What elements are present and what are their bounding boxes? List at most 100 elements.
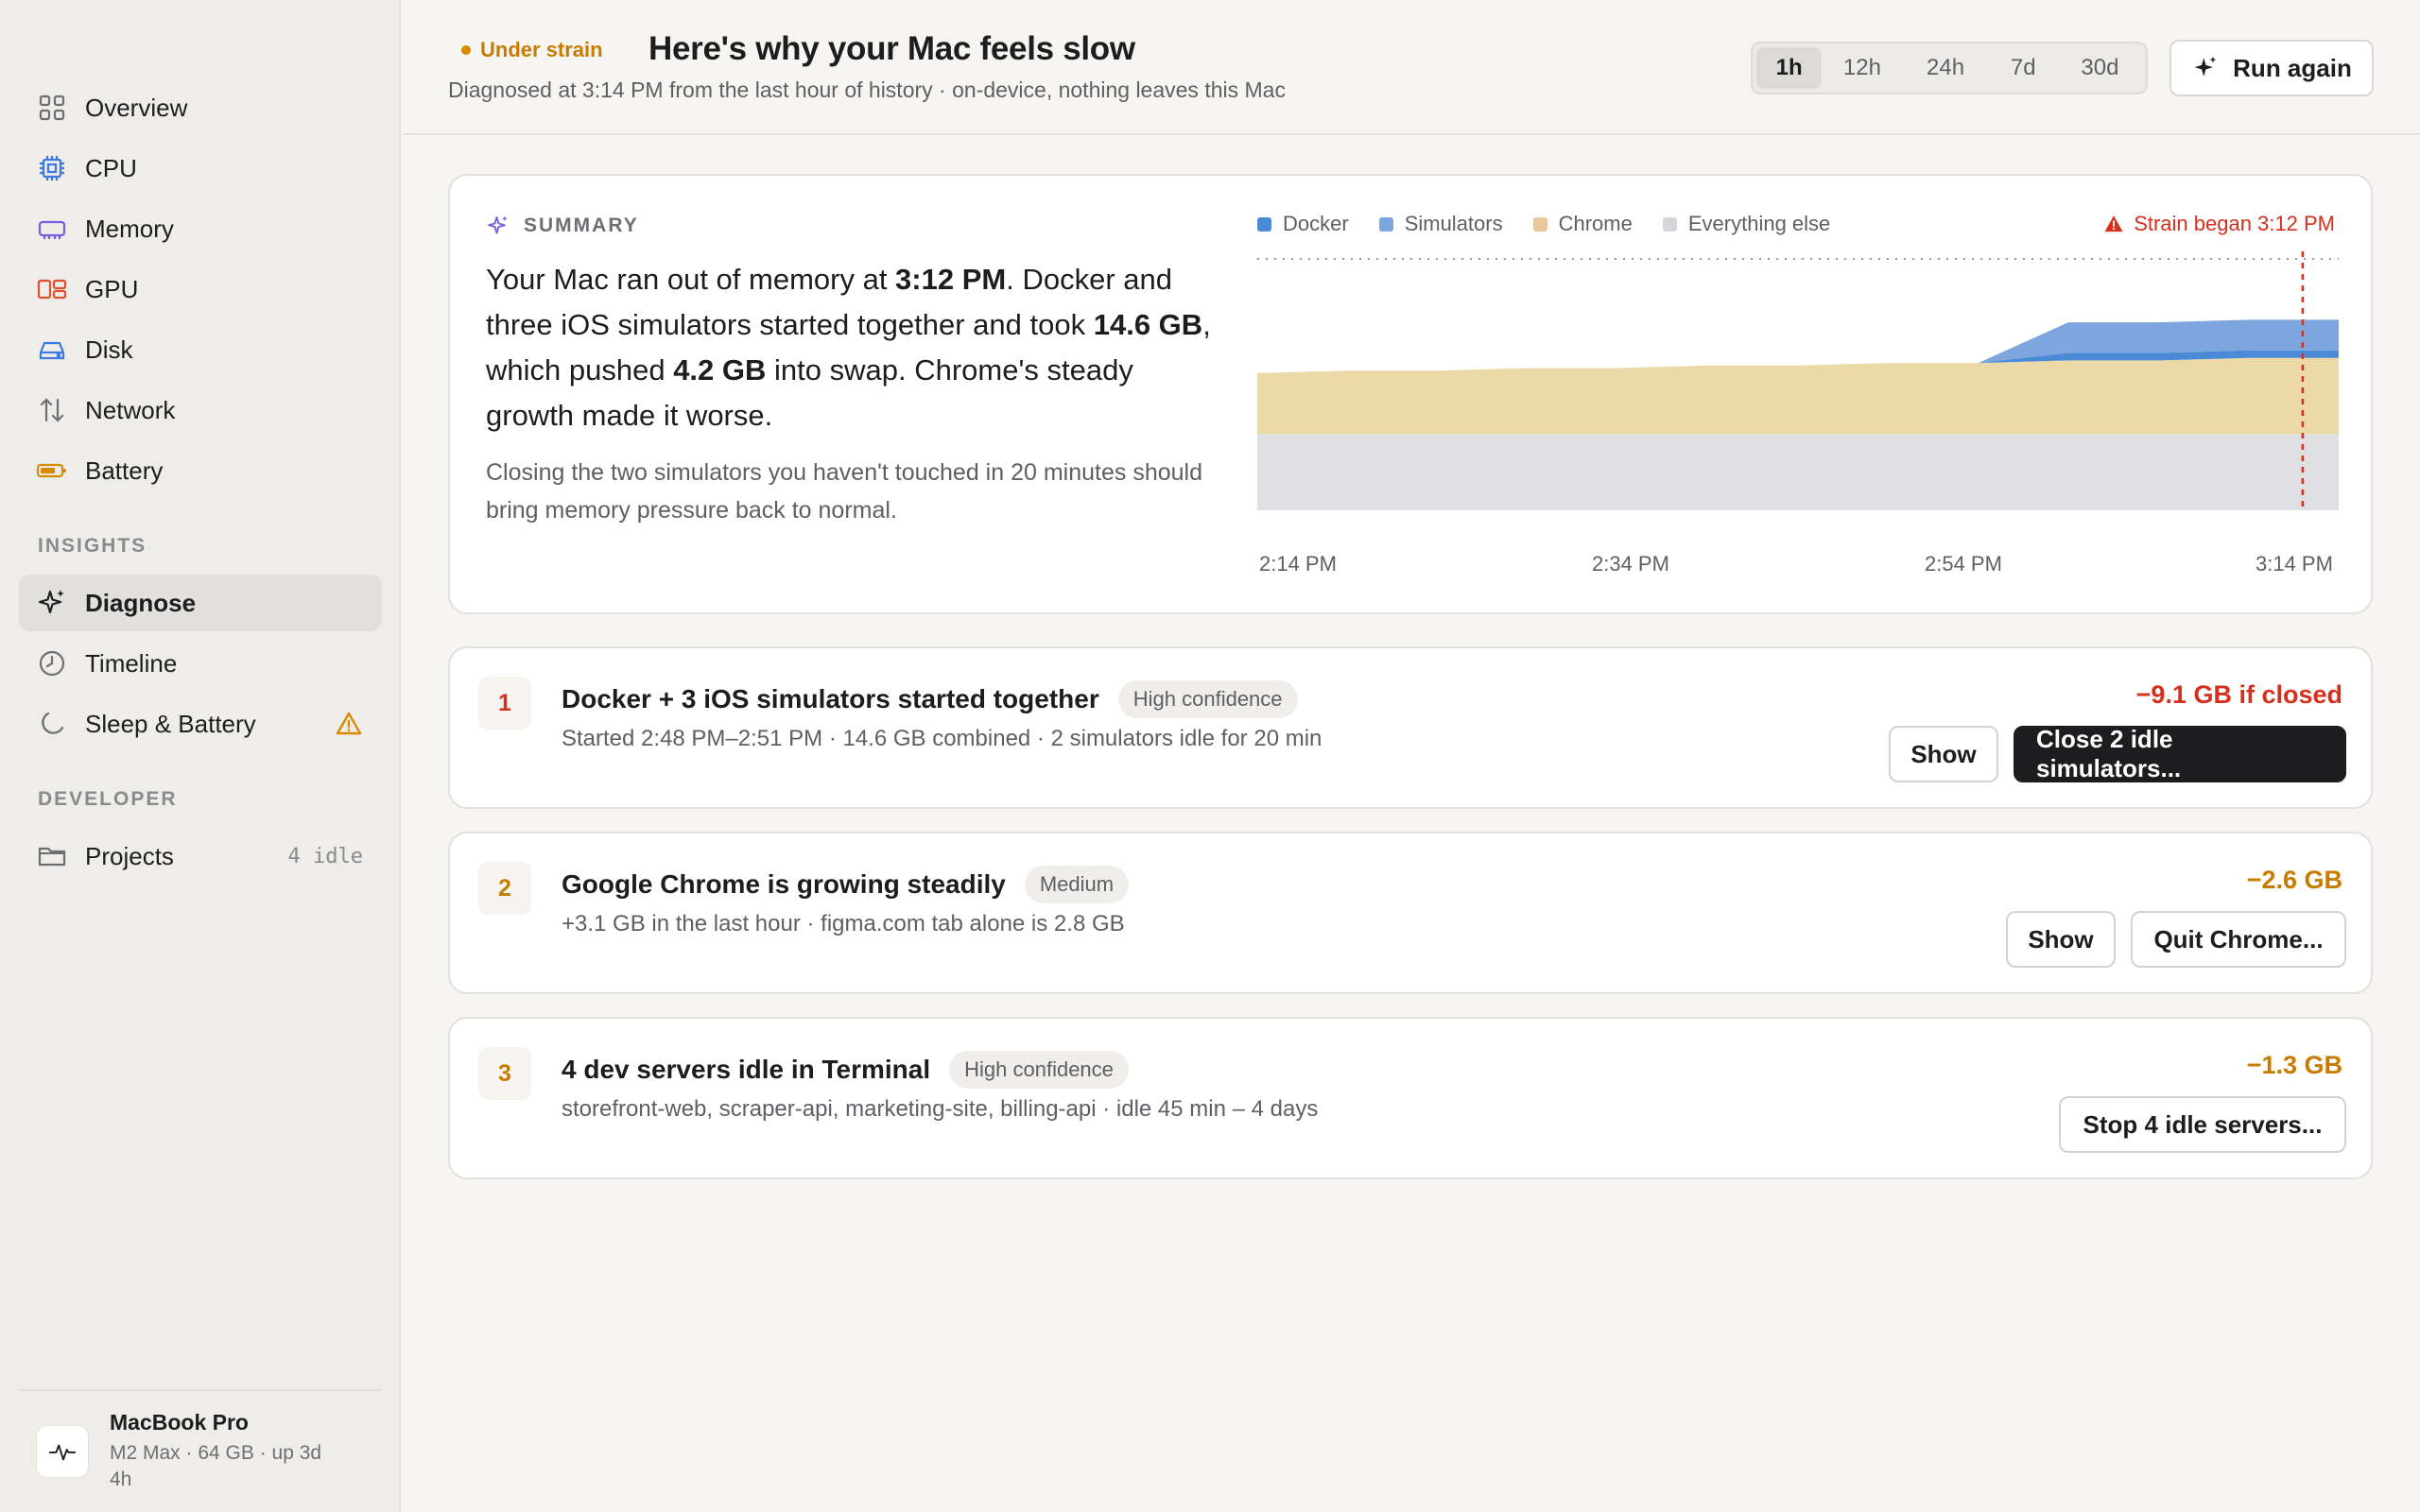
issue-title-row: Google Chrome is growing steadily Medium	[562, 866, 1130, 903]
x-tick-label: 2:54 PM	[1925, 552, 2002, 576]
summary-highlight-usage: 14.6 GB	[1093, 308, 1203, 341]
sidebar-item-label: Projects	[85, 841, 174, 870]
sidebar-item-label: GPU	[85, 274, 139, 303]
range-option-30d[interactable]: 30d	[2058, 47, 2142, 89]
warning-icon	[2104, 215, 2123, 232]
network-icon	[36, 394, 68, 426]
sparkle-icon	[2194, 56, 2217, 77]
issue-title: 4 dev servers idle in Terminal	[562, 1055, 931, 1084]
grid-icon	[36, 92, 68, 124]
legend-label: Chrome	[1558, 212, 1633, 235]
sidebar-item-memory[interactable]: Memory	[19, 200, 382, 257]
memory-saving: −9.1 GB if closed	[2135, 680, 2342, 709]
legend-label: Simulators	[1404, 212, 1503, 235]
sidebar-item-label: Overview	[85, 93, 188, 122]
confidence-badge: High confidence	[1117, 680, 1298, 718]
clock-icon	[36, 647, 68, 679]
sidebar-item-cpu[interactable]: CPU	[19, 140, 382, 197]
sidebar: Overview CPU Memory GPU Disk Network Bat…	[0, 0, 401, 1512]
device-info[interactable]: MacBook Pro M2 Max · 64 GB · up 3d 4h	[19, 1389, 382, 1501]
sidebar-item-timeline[interactable]: Timeline	[19, 635, 382, 692]
legend-swatch	[1662, 216, 1677, 232]
issue-number: 2	[478, 862, 531, 915]
strain-began-marker: Strain began 3:12 PM	[2103, 212, 2335, 236]
legend-item-everything-else: Everything else	[1662, 212, 1831, 236]
issue-card: 1 Docker + 3 iOS simulators started toge…	[448, 646, 2373, 809]
close-idle-simulators-button[interactable]: Close 2 idle simulators...	[2014, 725, 2346, 782]
summary-text: Your Mac ran out of memory at 3:12 PM. D…	[486, 257, 1223, 438]
battery-icon	[36, 455, 68, 487]
show-button[interactable]: Show	[2006, 911, 2116, 968]
sidebar-item-label: Sleep & Battery	[85, 709, 256, 738]
quit-chrome-button[interactable]: Quit Chrome...	[2131, 911, 2346, 968]
memory-area-chart	[1257, 251, 2339, 510]
device-details: M2 Max · 64 GB · up 3d 4h	[110, 1442, 322, 1490]
show-button[interactable]: Show	[1889, 726, 1998, 782]
summary-tag: SUMMARY	[486, 214, 639, 238]
area-series-chrome	[1257, 357, 2339, 435]
sidebar-item-label: Disk	[85, 335, 133, 364]
issue-title-row: Docker + 3 iOS simulators started togeth…	[562, 680, 1298, 718]
time-range-selector: 1h 12h 24h 7d 30d	[1751, 42, 2148, 94]
range-option-24h[interactable]: 24h	[1903, 47, 1989, 89]
sidebar-item-network[interactable]: Network	[19, 382, 382, 438]
page-title: Here's why your Mac feels slow	[648, 30, 1135, 67]
range-option-1h[interactable]: 1h	[1756, 47, 1823, 89]
sidebar-item-label: Memory	[85, 214, 174, 243]
sidebar-item-overview[interactable]: Overview	[19, 79, 382, 136]
run-again-button[interactable]: Run again	[2169, 40, 2374, 96]
legend-item-chrome: Chrome	[1532, 212, 1633, 236]
range-option-12h[interactable]: 12h	[1822, 47, 1902, 89]
memory-saving: −2.6 GB	[2246, 866, 2342, 894]
range-option-7d[interactable]: 7d	[1989, 47, 2058, 89]
sidebar-item-sleep-battery[interactable]: Sleep & Battery	[19, 696, 382, 752]
summary-highlight-time: 3:12 PM	[895, 263, 1007, 296]
issue-title: Docker + 3 iOS simulators started togeth…	[562, 684, 1099, 713]
status-badge: Under strain	[461, 38, 603, 62]
confidence-badge: Medium	[1024, 866, 1130, 903]
stop-idle-servers-button[interactable]: Stop 4 idle servers...	[2059, 1096, 2346, 1153]
chart-legend: Docker Simulators Chrome Everything else	[1257, 212, 1830, 236]
summary-highlight-swap: 4.2 GB	[673, 353, 767, 387]
sidebar-item-battery[interactable]: Battery	[19, 442, 382, 499]
x-tick-label: 3:14 PM	[2256, 552, 2333, 576]
legend-item-simulators: Simulators	[1378, 212, 1503, 236]
activity-icon	[36, 1425, 89, 1478]
run-again-label: Run again	[2233, 53, 2352, 82]
summary-card: SUMMARY Your Mac ran out of memory at 3:…	[448, 174, 2373, 614]
issue-number: 1	[478, 677, 531, 730]
sidebar-item-diagnose[interactable]: Diagnose	[19, 575, 382, 631]
issue-title: Google Chrome is growing steadily	[562, 869, 1006, 899]
sidebar-item-gpu[interactable]: GPU	[19, 261, 382, 318]
cpu-icon	[36, 152, 68, 184]
sidebar-item-label: Diagnose	[85, 588, 197, 617]
sidebar-item-projects[interactable]: Projects 4 idle	[19, 828, 382, 885]
issue-number: 3	[478, 1047, 531, 1100]
folder-icon	[36, 840, 68, 872]
sidebar-item-disk[interactable]: Disk	[19, 321, 382, 378]
sidebar-item-label: Battery	[85, 455, 164, 485]
gpu-icon	[36, 273, 68, 305]
issue-detail: storefront-web, scraper-api, marketing-s…	[562, 1096, 1319, 1122]
strain-began-label: Strain began 3:12 PM	[2134, 212, 2335, 235]
summary-tag-label: SUMMARY	[524, 215, 639, 236]
page-header: Under strain Here's why your Mac feels s…	[403, 0, 2420, 135]
confidence-badge: High confidence	[949, 1051, 1129, 1089]
summary-recommendation: Closing the two simulators you haven't t…	[486, 459, 1202, 524]
memory-saving: −1.3 GB	[2246, 1051, 2342, 1079]
idle-count-badge: 4 idle	[287, 844, 363, 868]
page-subtitle: Diagnosed at 3:14 PM from the last hour …	[448, 77, 1286, 102]
status-label: Under strain	[480, 38, 603, 61]
issue-card: 2 Google Chrome is growing steadily Medi…	[448, 832, 2373, 994]
x-tick-label: 2:34 PM	[1592, 552, 1669, 576]
legend-label: Everything else	[1687, 212, 1831, 235]
legend-swatch	[1257, 216, 1271, 232]
legend-item-docker: Docker	[1257, 212, 1349, 236]
memory-icon	[36, 213, 68, 245]
developer-heading: DEVELOPER	[38, 788, 178, 810]
legend-swatch	[1532, 216, 1547, 232]
insights-heading: INSIGHTS	[38, 535, 147, 557]
status-dot	[461, 45, 471, 55]
moon-icon	[36, 708, 68, 740]
summary-text-part: Your Mac ran out of memory at	[486, 263, 896, 296]
